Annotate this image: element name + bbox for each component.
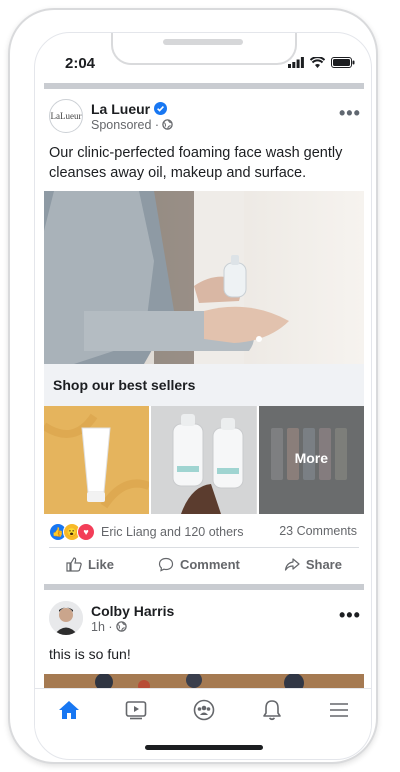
reacted-by-text: Eric Liang and 120 others bbox=[101, 525, 244, 539]
share-button[interactable]: Share bbox=[274, 551, 352, 578]
comment-button[interactable]: Comment bbox=[148, 551, 250, 578]
signal-icon bbox=[288, 57, 304, 68]
comment-label: Comment bbox=[179, 557, 240, 572]
feed-separator-2 bbox=[44, 584, 364, 590]
nav-groups[interactable] bbox=[184, 692, 224, 728]
globe-icon bbox=[162, 119, 173, 130]
product-tube-image bbox=[44, 406, 150, 514]
hero-illustration bbox=[44, 191, 364, 364]
globe-icon bbox=[115, 621, 127, 632]
post-caption: Our clinic-perfected foaming face wash g… bbox=[49, 145, 343, 181]
like-label: Like bbox=[87, 557, 114, 572]
comment-icon bbox=[158, 557, 174, 572]
nav-menu[interactable] bbox=[319, 692, 359, 728]
menu-icon bbox=[330, 703, 349, 717]
wifi-icon bbox=[310, 57, 325, 68]
watch-icon bbox=[126, 701, 147, 720]
product-bottles-image bbox=[151, 406, 257, 514]
shop-best-sellers[interactable]: Shop our best sellers bbox=[44, 364, 364, 406]
nav-home[interactable] bbox=[49, 692, 89, 728]
nav-watch[interactable] bbox=[116, 692, 156, 728]
feed-separator bbox=[44, 83, 364, 89]
nav-notifications[interactable] bbox=[252, 692, 292, 728]
notch bbox=[111, 33, 297, 65]
groups-icon bbox=[193, 699, 215, 721]
bottom-nav bbox=[35, 688, 371, 731]
avatar[interactable] bbox=[49, 601, 83, 635]
post2-header: Colby Harris 1h · bbox=[49, 601, 174, 635]
post2-author[interactable]: Colby Harris bbox=[91, 603, 174, 619]
carousel-card-bottles[interactable] bbox=[151, 406, 257, 514]
name-block: La Lueur Sponsored · bbox=[91, 101, 173, 132]
post-options-icon[interactable]: ••• bbox=[339, 103, 361, 124]
post2-options-icon[interactable]: ••• bbox=[339, 605, 361, 626]
reactions-summary[interactable]: 👍 😮 ♥ Eric Liang and 120 others bbox=[49, 523, 243, 541]
advertiser-logo[interactable]: LaLueur bbox=[49, 99, 83, 133]
advertiser-name[interactable]: La Lueur bbox=[91, 101, 150, 117]
status-time: 2:04 bbox=[65, 55, 96, 72]
phone-frame: 2:04 LaLueur La Lueur Sponsored · ••• Ou… bbox=[8, 8, 378, 764]
sponsored-label: Sponsored · bbox=[91, 117, 160, 132]
post2-meta-row: 1h · bbox=[91, 620, 174, 634]
verified-badge-icon bbox=[154, 102, 168, 115]
like-button[interactable]: Like bbox=[56, 551, 124, 578]
phone-screen: 2:04 LaLueur La Lueur Sponsored · ••• Ou… bbox=[34, 32, 372, 760]
avatar-image bbox=[49, 601, 83, 635]
product-carousel: More bbox=[44, 406, 364, 514]
home-indicator[interactable] bbox=[145, 745, 263, 750]
sponsored-row: Sponsored · bbox=[91, 118, 173, 132]
carousel-more-label: More bbox=[294, 450, 329, 466]
post2-text: this is so fun! bbox=[49, 646, 131, 662]
thumbs-up-icon bbox=[66, 557, 82, 572]
carousel-card-more[interactable]: More bbox=[258, 406, 364, 514]
status-icons bbox=[288, 57, 355, 68]
actions-divider bbox=[49, 547, 359, 548]
battery-icon bbox=[331, 57, 355, 68]
speaker bbox=[163, 39, 243, 45]
comments-count[interactable]: 23 Comments bbox=[279, 524, 357, 538]
carousel-card-tube[interactable] bbox=[44, 406, 150, 514]
post-header: LaLueur La Lueur Sponsored · bbox=[49, 99, 173, 133]
home-icon bbox=[58, 701, 79, 719]
advertiser-name-row: La Lueur bbox=[91, 101, 173, 117]
post2-name-block: Colby Harris 1h · bbox=[91, 603, 174, 634]
hero-image[interactable] bbox=[44, 191, 364, 364]
notifications-icon bbox=[262, 700, 281, 721]
love-reaction-icon: ♥ bbox=[77, 523, 95, 541]
post-actions: Like Comment Share bbox=[44, 551, 364, 578]
logo-text: LaLueur bbox=[50, 111, 82, 121]
share-label: Share bbox=[305, 557, 342, 572]
post2-meta: 1h · bbox=[91, 619, 113, 634]
share-icon bbox=[284, 558, 300, 571]
